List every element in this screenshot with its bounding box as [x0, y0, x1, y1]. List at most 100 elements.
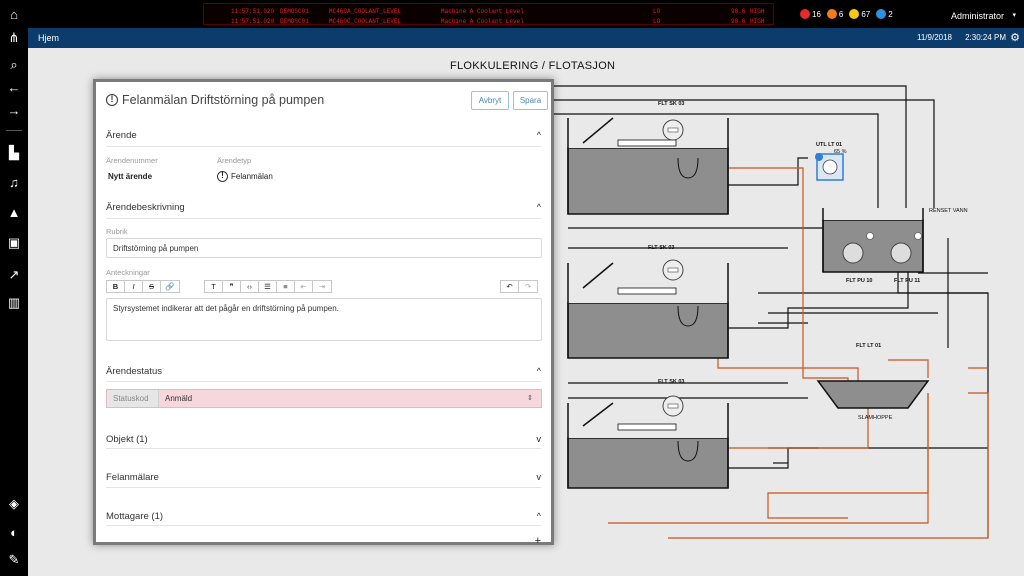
alarm-banner[interactable]: 11:57:51.020 DEMOSC01 MC460A_COOLANT_LEV…	[203, 3, 774, 25]
chevron-up-icon[interactable]: ^	[537, 202, 541, 212]
case-number-label: Ärendenummer	[106, 156, 158, 165]
search-icon[interactable]: ⌕	[7, 58, 21, 72]
bullet-list-icon[interactable]: ☰	[259, 281, 277, 292]
section-mottagare[interactable]: Mottagare (1)	[106, 511, 163, 522]
alarm-counter-critical[interactable]: 16	[800, 9, 821, 19]
bell-icon[interactable]: ♫	[7, 176, 21, 190]
section-description[interactable]: Ärendebeskrivning	[106, 202, 185, 213]
factory-icon[interactable]: ▙	[7, 146, 21, 160]
report-icon[interactable]: ▣	[7, 236, 21, 250]
divider	[106, 381, 541, 382]
divider	[106, 218, 541, 219]
flotation-tank-3	[567, 395, 729, 489]
select-caret-icon: ⇕	[527, 395, 533, 402]
alarm-medium-icon	[849, 9, 860, 19]
tank-label: FLT SK 03	[658, 379, 685, 385]
hopper-level-label: FLT LT 01	[856, 343, 882, 349]
alarm-value: 98.6	[731, 17, 746, 25]
bold-icon[interactable]: B	[107, 281, 125, 292]
pump-label: FLT PU 10	[846, 278, 873, 284]
chevron-down-icon[interactable]: v	[537, 472, 542, 482]
heading-icon[interactable]: T	[205, 281, 223, 292]
sidebar: ⌂ ⋔ ⌕ ← → ▙ ♫ ▲ ▣ ↗ ▥ ◈ ◐ ✎	[0, 0, 28, 576]
user-menu[interactable]: Administrator	[951, 11, 1004, 21]
divider	[106, 146, 541, 147]
chevron-up-icon[interactable]: ^	[537, 511, 541, 521]
flotation-tank-1	[567, 117, 729, 215]
breadcrumb-home[interactable]: Hjem	[38, 33, 59, 43]
save-button[interactable]: Spara	[513, 91, 548, 110]
code-icon[interactable]: ‹›	[241, 281, 259, 292]
redo-icon[interactable]: ↷	[519, 281, 537, 292]
counter-value: 6	[838, 9, 844, 19]
format-toolbar-block: T ❞ ‹› ☰ ≡ ⇤ ⇥	[204, 280, 332, 293]
pump-label: FLT PU 11	[894, 278, 921, 284]
format-toolbar-history: ↶ ↷	[500, 280, 538, 293]
status-select[interactable]: Statuskod Anmäld ⇕	[106, 389, 542, 408]
palette-icon[interactable]: ◐	[7, 526, 21, 540]
undo-icon[interactable]: ↶	[501, 281, 519, 292]
flotation-tank-2	[567, 259, 729, 359]
dialog-title-text: Felanmälan Driftstörning på pumpen	[122, 93, 325, 107]
indent-icon[interactable]: ⇥	[313, 281, 331, 292]
alarm-limit: HIGH	[750, 7, 765, 15]
line-chart-icon[interactable]: ↗	[7, 268, 21, 282]
work-order-dialog: ! Felanmälan Driftstörning på pumpen Avb…	[93, 79, 554, 547]
alarm-source: DEMOSC01	[280, 7, 309, 15]
top-bar: 11:57:51.020 DEMOSC01 MC460A_COOLANT_LEV…	[0, 0, 1024, 28]
link-icon[interactable]: 🔗	[161, 281, 179, 292]
section-felanmalare[interactable]: Felanmälare	[106, 472, 159, 483]
counter-value: 16	[812, 9, 821, 19]
alarm-counter-medium[interactable]: 67	[849, 9, 870, 19]
time-display: 2:30:24 PM	[965, 33, 1006, 42]
section-objekt[interactable]: Objekt (1)	[106, 434, 148, 445]
outdent-icon[interactable]: ⇤	[295, 281, 313, 292]
rubrik-input[interactable]: Driftstörning på pumpen	[106, 238, 542, 258]
alarm-counter-high[interactable]: 6	[826, 9, 844, 19]
clean-water-label: RENSET VANN	[929, 208, 968, 214]
alarm-row[interactable]: 11:57:51.020 DEMOSC01 MC460C_COOLANT_LEV…	[204, 16, 773, 26]
divider	[106, 448, 541, 449]
add-recipient-button[interactable]: +	[535, 535, 541, 547]
alarm-critical-icon	[800, 9, 810, 19]
bar-chart-icon[interactable]: ▥	[7, 296, 21, 310]
share-icon[interactable]: ⋔	[7, 31, 21, 45]
italic-icon[interactable]: I	[125, 281, 143, 292]
wrench-icon[interactable]: ✎	[7, 553, 21, 567]
tank-label: FLT SK 03	[648, 245, 675, 251]
case-type-label: Ärendetyp	[217, 156, 252, 165]
sidebar-divider	[6, 130, 22, 131]
counter-value: 67	[861, 9, 871, 19]
tank-label: FLT SK 03	[658, 101, 685, 107]
section-status[interactable]: Ärendestatus	[106, 366, 162, 377]
chevron-down-icon[interactable]: ▾	[1012, 11, 1016, 19]
alert-circle-icon: !	[106, 94, 118, 106]
home-icon[interactable]: ⌂	[7, 8, 21, 22]
notes-editor[interactable]: Styrsystemet indikerar att det pågår en …	[106, 298, 542, 341]
section-arende[interactable]: Ärende	[106, 130, 137, 141]
chevron-down-icon[interactable]: v	[537, 434, 542, 444]
alarm-state: LO	[653, 7, 661, 15]
chevron-up-icon[interactable]: ^	[537, 130, 541, 140]
alarm-row[interactable]: 11:57:51.020 DEMOSC01 MC460A_COOLANT_LEV…	[204, 6, 773, 16]
alarm-low-icon	[876, 9, 887, 19]
alarm-desc: Machine A Coolant Level	[441, 7, 524, 15]
alarm-counter-low[interactable]: 2	[876, 9, 893, 19]
alarm-limit: HIGH	[750, 17, 765, 25]
alarm-high-icon	[826, 9, 837, 19]
forward-arrow-icon[interactable]: →	[7, 104, 21, 118]
chevron-up-icon[interactable]: ^	[537, 366, 541, 376]
back-arrow-icon[interactable]: ←	[7, 81, 21, 95]
numbered-list-icon[interactable]: ≡	[277, 281, 295, 292]
status-value: Anmäld	[165, 394, 193, 403]
tag-icon[interactable]: ◈	[7, 497, 21, 511]
cancel-button[interactable]: Avbryt	[471, 91, 509, 110]
hopper-label: SLAMHOPPE	[858, 415, 893, 421]
gear-icon[interactable]: ⚙	[1010, 31, 1020, 44]
alarm-desc: Machine A Coolant Level	[441, 17, 524, 25]
alarm-tag: MC460C_COOLANT_LEVEL	[329, 17, 402, 25]
warning-icon[interactable]: ▲	[7, 206, 21, 220]
quote-icon[interactable]: ❞	[223, 281, 241, 292]
strikethrough-icon[interactable]: S	[143, 281, 161, 292]
date-display: 11/9/2018	[917, 33, 952, 42]
